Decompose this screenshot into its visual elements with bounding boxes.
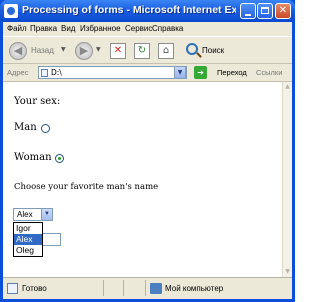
page-content: Your sex: Man Woman Choose your favorite… (3, 82, 282, 277)
menu-file[interactable]: Файл (7, 24, 27, 33)
page-icon (41, 69, 48, 77)
scroll-up-icon[interactable]: ▲ (283, 82, 292, 92)
back-arrow-icon: ◀ (13, 44, 23, 57)
menu-favorites[interactable]: Избранное (80, 24, 121, 33)
forward-arrow-icon: ▶ (79, 44, 89, 57)
security-zone-text: Мой компьютер (165, 284, 224, 293)
toolbar: ◀ Назад ▼ ▶ ▼ ✕ ↻ ⌂ Поиск (3, 36, 292, 64)
search-icon[interactable] (186, 43, 198, 55)
status-bar: Готово Мой компьютер (3, 277, 292, 299)
favorite-name-label: Choose your favorite man's name (14, 182, 159, 192)
menu-bar: Файл Правка Вид Избранное Сервис Справка (3, 22, 292, 36)
minimize-icon (245, 14, 251, 16)
dropdown-option[interactable]: Oleg (14, 245, 42, 256)
minimize-button[interactable] (240, 3, 256, 19)
dropdown-option[interactable]: Igor (14, 223, 42, 234)
refresh-icon: ↻ (137, 45, 147, 56)
close-button[interactable]: ✕ (275, 3, 291, 19)
status-text: Готово (22, 284, 47, 293)
woman-label: Woman (14, 152, 52, 163)
back-label[interactable]: Назад (31, 46, 54, 55)
ie-app-icon[interactable] (4, 4, 18, 18)
status-divider (145, 280, 146, 296)
address-dropdown-button[interactable]: ▼ (174, 66, 186, 79)
forward-button[interactable]: ▶ (75, 42, 93, 60)
back-dropdown-icon[interactable]: ▼ (61, 46, 66, 53)
home-button[interactable]: ⌂ (158, 43, 174, 59)
menu-tools[interactable]: Сервис (125, 24, 152, 33)
favorite-name-select[interactable]: Alex ▼ (13, 208, 53, 221)
address-label: Адрес (7, 68, 29, 77)
page-status-icon (7, 283, 18, 294)
menu-help[interactable]: Справка (152, 24, 183, 33)
computer-icon (150, 283, 162, 294)
menu-view[interactable]: Вид (61, 24, 75, 33)
sex-label: Your sex: (14, 96, 61, 107)
go-arrow-icon[interactable]: ➜ (194, 66, 207, 79)
title-bar[interactable]: Processing of forms - Microsoft Internet… (0, 0, 295, 22)
select-current-value: Alex (17, 210, 33, 219)
address-input[interactable]: D:\ (38, 66, 187, 79)
scroll-down-icon[interactable]: ▼ (283, 267, 292, 277)
forward-dropdown-icon[interactable]: ▼ (96, 46, 101, 53)
search-button-label[interactable]: Поиск (202, 46, 224, 55)
stop-icon: ✕ (113, 45, 123, 56)
maximize-button[interactable] (257, 3, 273, 19)
status-divider (103, 280, 104, 296)
submit-button-partial[interactable] (41, 233, 61, 246)
dropdown-option[interactable]: Alex (14, 234, 42, 245)
stop-button[interactable]: ✕ (110, 43, 126, 59)
links-label[interactable]: Ссылки (256, 68, 282, 77)
woman-radio[interactable] (55, 154, 64, 163)
man-label: Man (14, 122, 37, 133)
vertical-scrollbar[interactable]: ▲ ▼ (282, 82, 292, 277)
select-dropdown-list: Igor Alex Oleg (13, 222, 43, 257)
back-button[interactable]: ◀ (9, 42, 27, 60)
browser-window: Processing of forms - Microsoft Internet… (0, 0, 295, 302)
chevron-down-icon: ▼ (177, 69, 183, 76)
man-radio[interactable] (41, 124, 50, 133)
window-title: Processing of forms - Microsoft Internet… (22, 4, 236, 16)
maximize-icon (261, 7, 269, 14)
address-value: D:\ (51, 68, 62, 77)
menu-edit[interactable]: Правка (30, 24, 57, 33)
address-bar: Адрес D:\ ▼ ➜ Переход Ссылки (3, 64, 292, 82)
refresh-button[interactable]: ↻ (134, 43, 150, 59)
status-divider (123, 280, 124, 296)
go-button-label[interactable]: Переход (217, 68, 247, 77)
home-icon: ⌂ (162, 45, 170, 56)
close-icon: ✕ (278, 5, 288, 16)
chevron-down-icon[interactable]: ▼ (41, 209, 52, 220)
